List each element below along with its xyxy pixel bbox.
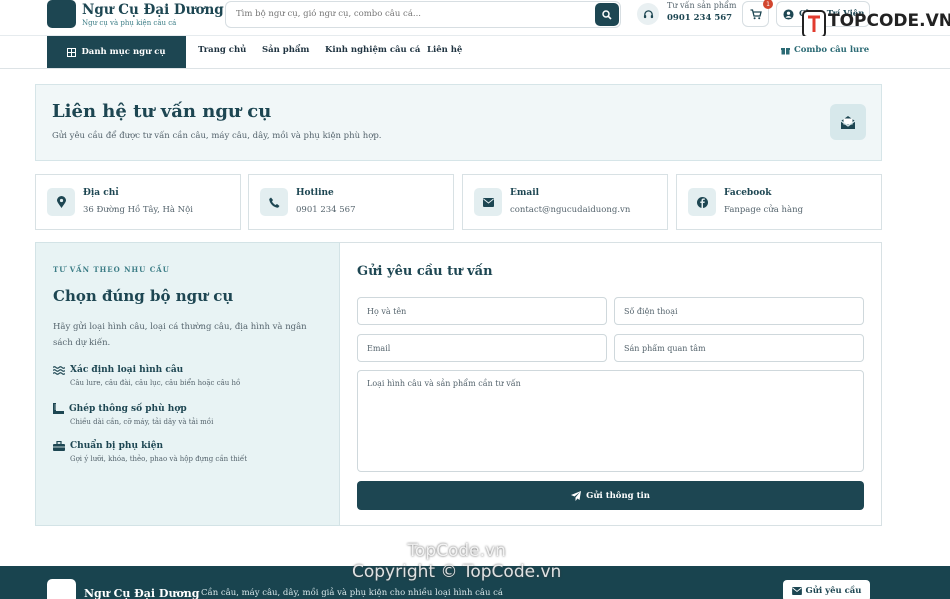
advice-step-desc: Chiều dài cần, cỡ máy, tải dây và tải mồ… [70,418,214,426]
footer-request-button[interactable]: Gửi yêu cầu [783,580,870,599]
toolbox-icon [53,441,65,451]
phone-icon [260,188,288,216]
brand-name[interactable]: Ngư Cụ Đại Dương [82,2,224,18]
contact-card-hotline: Hotline 0901 234 567 [248,174,454,230]
envelope-icon [791,587,802,595]
contact-card-title: Email [510,188,540,198]
user-icon [783,8,794,20]
advice-step-desc: Câu lure, câu đài, câu lục, câu biển hoặ… [70,379,241,387]
brand-tagline: Ngư cụ và phụ kiện câu cá [82,19,177,27]
headset-icon [637,3,659,25]
advice-title: Chọn đúng bộ ngư cụ [53,287,234,305]
nav-link-home[interactable]: Trang chủ [198,45,246,55]
search-bar [225,1,621,28]
waves-icon [53,365,65,375]
watermark-line-2: Copyright © TopCode.vn [352,562,562,582]
advice-panel: TƯ VẤN THEO NHU CẦU Chọn đúng bộ ngư cụ … [35,242,340,526]
contact-card-address: Địa chỉ 36 Đường Hồ Tây, Hà Nội [35,174,241,230]
nav-link-products[interactable]: Sản phẩm [262,45,309,55]
message-textarea[interactable] [357,370,864,472]
cart-count-badge: 1 [763,0,773,9]
combo-lure-link[interactable]: Combo câu lure [781,45,869,55]
footer-tagline: Cần câu, máy câu, dây, mồi giả và phụ ki… [201,588,503,598]
nav-link-fishing-tips[interactable]: Kinh nghiệm câu cá [325,45,420,55]
main-nav: Danh mục ngư cụ Trang chủ Sản phẩm Kinh … [0,36,950,69]
facebook-icon [688,188,716,216]
footer-logo[interactable] [47,579,76,599]
topcode-logo-icon [802,10,826,38]
paper-plane-icon [571,490,582,501]
contact-card-email: Email contact@ngucudaiduong.vn [462,174,668,230]
page-title: Liên hệ tư vấn ngư cụ [52,101,272,122]
support-phone[interactable]: 0901 234 567 [667,13,732,23]
contact-hero: Liên hệ tư vấn ngư cụ Gửi yêu cầu để đượ… [35,84,882,161]
phone-field[interactable] [614,297,864,325]
ruler-icon [53,403,64,414]
submit-label: Gửi thông tin [586,490,650,501]
advice-step-title: Ghép thông số phù hợp [69,403,187,414]
search-icon [602,9,612,20]
contact-card-value[interactable]: contact@ngucudaiduong.vn [510,205,630,215]
contact-card-title: Hotline [296,188,334,198]
category-menu-button[interactable]: Danh mục ngư cụ [47,36,186,68]
advice-eyebrow: TƯ VẤN THEO NHU CẦU [53,265,170,274]
product-interest-field[interactable] [614,334,864,362]
cart-button[interactable]: 1 [742,0,773,27]
advice-step: Ghép thông số phù hợp Chiều dài cần, cỡ … [53,403,323,426]
contact-card-title: Facebook [724,188,772,198]
footer-request-label: Gửi yêu cầu [805,586,862,596]
support-label: Tư vấn sản phẩm [667,1,737,10]
nav-link-contact[interactable]: Liên hệ [427,45,462,55]
email-field[interactable] [357,334,607,362]
contact-card-facebook: Facebook Fanpage cửa hàng [676,174,882,230]
search-button[interactable] [595,3,619,26]
grid-icon [67,47,77,57]
advice-step-title: Chuẩn bị phụ kiện [70,441,164,451]
form-title: Gửi yêu cầu tư vấn [357,264,493,279]
gift-icon [781,47,790,54]
envelope-icon [474,188,502,216]
watermark-logo-text: TOPCODE.VN [828,11,950,31]
advice-step: Chuẩn bị phụ kiện Gợi ý lưỡi, khóa, thẻo… [53,441,323,463]
name-field[interactable] [357,297,607,325]
advice-step: Xác định loại hình câu Câu lure, câu đài… [53,365,323,387]
contact-card-value[interactable]: 0901 234 567 [296,205,355,215]
watermark-line-1: TopCode.vn [407,541,506,561]
combo-lure-label: Combo câu lure [794,45,870,55]
map-pin-icon [47,188,75,216]
advice-description: Hãy gửi loại hình câu, loại cá thường câ… [53,322,307,348]
contact-card-value[interactable]: Fanpage cửa hàng [724,205,803,215]
category-menu-label: Danh mục ngư cụ [81,47,166,57]
search-input[interactable] [236,9,586,19]
page-subtitle: Gửi yêu cầu để được tư vấn cần câu, máy … [52,131,382,141]
envelope-open-icon [830,104,866,140]
advice-step-title: Xác định loại hình câu [70,365,184,375]
brand-logo[interactable] [47,0,76,28]
consultation-form: Gửi yêu cầu tư vấn Gửi thông tin [340,242,882,526]
advice-step-desc: Gợi ý lưỡi, khóa, thẻo, phao và hộp đựng… [70,455,248,463]
contact-card-title: Địa chỉ [83,188,119,198]
watermark-text: TopCode.vn Copyright © TopCode.vn [352,541,561,583]
contact-card-value: 36 Đường Hồ Tây, Hà Nội [83,205,193,215]
cart-icon [750,8,762,19]
submit-button[interactable]: Gửi thông tin [357,481,864,510]
footer-brand-name: Ngư Cụ Đại Dương [84,587,200,599]
